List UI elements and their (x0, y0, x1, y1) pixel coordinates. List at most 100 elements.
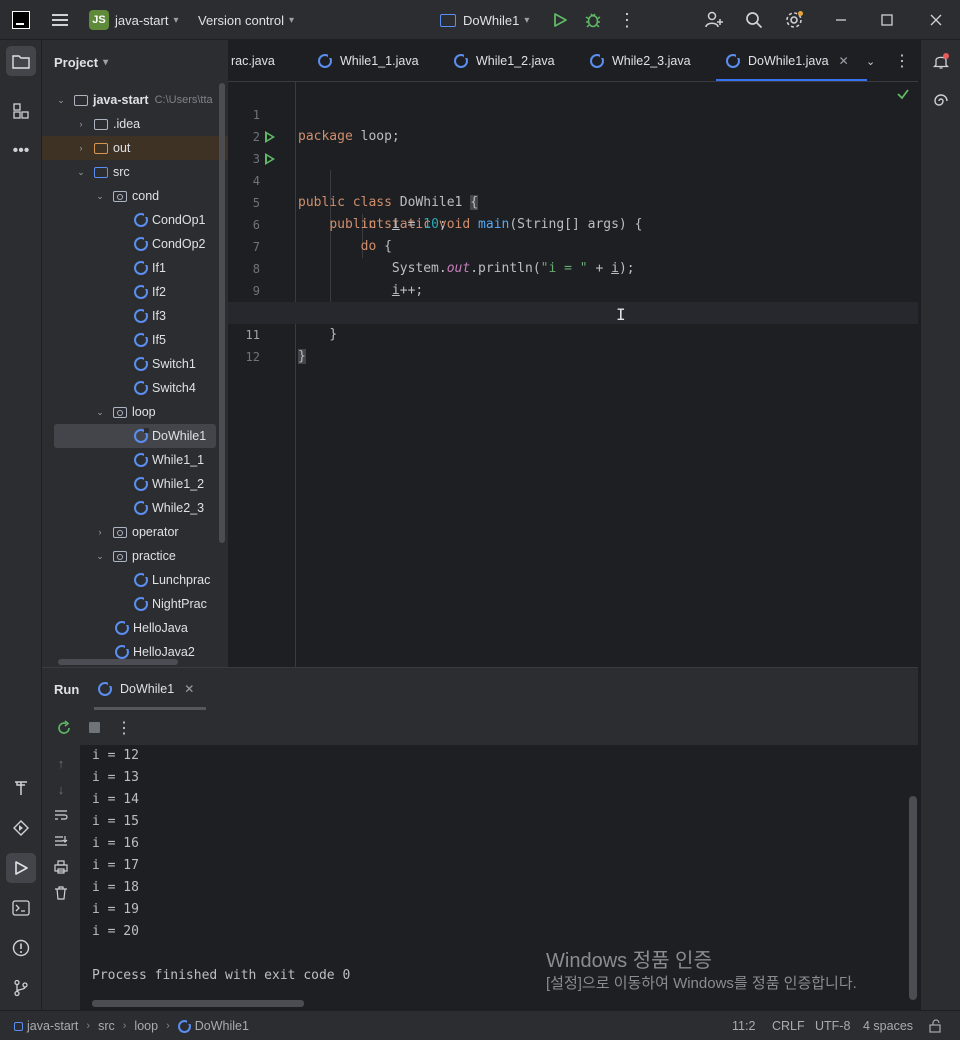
console-line: i = 12 (92, 748, 139, 763)
tree-item-lunchprac[interactable]: Lunchprac (42, 568, 228, 592)
tree-item-if1[interactable]: If1 (42, 256, 228, 280)
scroll-down-arrow-icon[interactable]: ↓ (49, 777, 73, 801)
run-config-icon (440, 13, 456, 27)
project-horizontal-scrollbar[interactable] (58, 659, 178, 665)
run-gutter-icon[interactable] (265, 131, 275, 143)
scroll-up-arrow-icon[interactable]: ↑ (49, 751, 73, 775)
scroll-to-end-icon[interactable] (49, 829, 73, 853)
debug-icon[interactable] (581, 8, 605, 32)
tree-item-switch4[interactable]: Switch4 (42, 376, 228, 400)
tree-item-while1-2[interactable]: While1_2 (42, 472, 228, 496)
tree-item-operator[interactable]: › operator (42, 520, 228, 544)
tree-item-if2[interactable]: If2 (42, 280, 228, 304)
run-tab-dowhile1[interactable]: DoWhile1 ✕ (93, 668, 207, 710)
console-vertical-scrollbar[interactable] (909, 796, 917, 1000)
indent-setting[interactable]: 4 spaces (863, 1011, 913, 1040)
java-class-icon (134, 428, 149, 443)
code-editor[interactable]: 1 package loop; 2 3 public class DoWhile… (228, 82, 918, 667)
more-tools-icon[interactable]: ••• (6, 136, 36, 166)
project-vertical-scrollbar[interactable] (219, 83, 225, 543)
tree-item-practice[interactable]: ⌄ practice (42, 544, 228, 568)
code-token: } (298, 349, 306, 364)
more-actions-icon[interactable]: ⋮ (615, 8, 639, 32)
tab-rac-java[interactable]: rac.java (231, 40, 275, 81)
add-user-icon[interactable] (702, 8, 726, 32)
run-icon[interactable] (548, 8, 572, 32)
breadcrumb-item[interactable]: loop (134, 1019, 158, 1033)
tree-item-hellojava[interactable]: HelloJava (42, 616, 228, 640)
tree-item-condop1[interactable]: CondOp1 (42, 208, 228, 232)
git-branch-icon[interactable] (6, 973, 36, 1003)
breadcrumb-item[interactable]: java-start (27, 1019, 78, 1033)
left-tool-strip: ••• (0, 40, 42, 1010)
tab-dowhile1[interactable]: DoWhile1.java ✕ (716, 40, 867, 81)
tree-item-src[interactable]: ⌄ src (42, 160, 228, 184)
tree-item-while2-3[interactable]: While2_3 (42, 496, 228, 520)
run-gutter-icon[interactable] (265, 153, 275, 165)
problems-icon[interactable] (6, 933, 36, 963)
vcs-menu[interactable]: Version control ▾ (198, 0, 294, 40)
java-class-icon (134, 500, 149, 515)
tabs-dropdown-chevron-icon[interactable]: ⌄ (866, 40, 875, 81)
tab-while1-2[interactable]: While1_2.java (454, 40, 555, 81)
project-panel-header[interactable]: Project ▾ (42, 40, 228, 84)
module-icon (14, 1021, 23, 1031)
stop-icon[interactable] (82, 716, 106, 740)
main-menu-icon[interactable] (52, 0, 68, 40)
tree-item-condop2[interactable]: CondOp2 (42, 232, 228, 256)
notifications-bell-icon[interactable] (926, 46, 956, 76)
clear-trash-icon[interactable] (49, 881, 73, 905)
vcs-label: Version control (198, 12, 284, 28)
run-tool-icon[interactable] (6, 853, 36, 883)
build-hammer-icon[interactable] (6, 773, 36, 803)
editor-tab-bar: rac.java While1_1.java While1_2.java Whi… (228, 40, 918, 82)
close-run-tab-icon[interactable]: ✕ (184, 682, 194, 696)
file-encoding[interactable]: UTF-8 (815, 1011, 850, 1040)
ai-assistant-spiral-icon[interactable] (926, 86, 956, 116)
settings-gear-icon[interactable] (782, 8, 806, 32)
tree-item-cond[interactable]: ⌄ cond (42, 184, 228, 208)
tab-while2-3[interactable]: While2_3.java (590, 40, 691, 81)
tree-item-label: NightPrac (152, 597, 207, 611)
lock-icon[interactable] (928, 1011, 942, 1040)
console-line: i = 20 (92, 924, 139, 939)
structure-icon[interactable] (6, 96, 36, 126)
project-switcher[interactable]: JS java-start ▾ (89, 0, 179, 40)
services-icon[interactable] (6, 813, 36, 843)
tree-item-out[interactable]: › out (42, 136, 228, 160)
console-horizontal-scrollbar[interactable] (92, 1000, 304, 1007)
run-options-icon[interactable]: ⋮ (112, 716, 136, 740)
tree-item-label: While1_1 (152, 453, 205, 467)
close-window-icon[interactable] (924, 8, 948, 32)
caret-position[interactable]: 11:2 (732, 1011, 755, 1040)
tree-item-if5[interactable]: If5 (42, 328, 228, 352)
tree-item-while1-1[interactable]: While1_1 (42, 448, 228, 472)
code-line: 1 package loop; (228, 82, 918, 144)
soft-wrap-icon[interactable] (49, 803, 73, 827)
search-icon[interactable] (742, 8, 766, 32)
tab-options-icon[interactable]: ⋮ (894, 40, 910, 81)
java-class-icon (134, 452, 149, 467)
console-line: i = 17 (92, 858, 139, 873)
tab-while1-1[interactable]: While1_1.java (318, 40, 419, 81)
tree-item-loop[interactable]: ⌄ loop (42, 400, 228, 424)
tree-item-project-root[interactable]: ⌄ java-start C:\Users\tta (42, 88, 228, 112)
close-tab-icon[interactable]: ✕ (839, 54, 849, 68)
tree-item-dowhile1[interactable]: DoWhile1 (54, 424, 216, 448)
java-class-icon (177, 1018, 192, 1033)
rerun-icon[interactable] (52, 716, 76, 740)
terminal-icon[interactable] (6, 893, 36, 923)
project-tool-folder-icon[interactable] (6, 46, 36, 76)
run-config-selector[interactable]: DoWhile1 ▾ (440, 0, 529, 40)
tree-item-label: If1 (152, 261, 166, 275)
breadcrumb-item[interactable]: src (98, 1019, 115, 1033)
tree-item-switch1[interactable]: Switch1 (42, 352, 228, 376)
tree-item-if3[interactable]: If3 (42, 304, 228, 328)
tree-item-nightprac[interactable]: NightPrac (42, 592, 228, 616)
minimize-icon[interactable] (829, 8, 853, 32)
maximize-icon[interactable] (875, 8, 899, 32)
tree-item-idea[interactable]: › .idea (42, 112, 228, 136)
breadcrumb-item[interactable]: DoWhile1 (195, 1019, 249, 1033)
print-icon[interactable] (49, 855, 73, 879)
line-separator[interactable]: CRLF (772, 1011, 805, 1040)
